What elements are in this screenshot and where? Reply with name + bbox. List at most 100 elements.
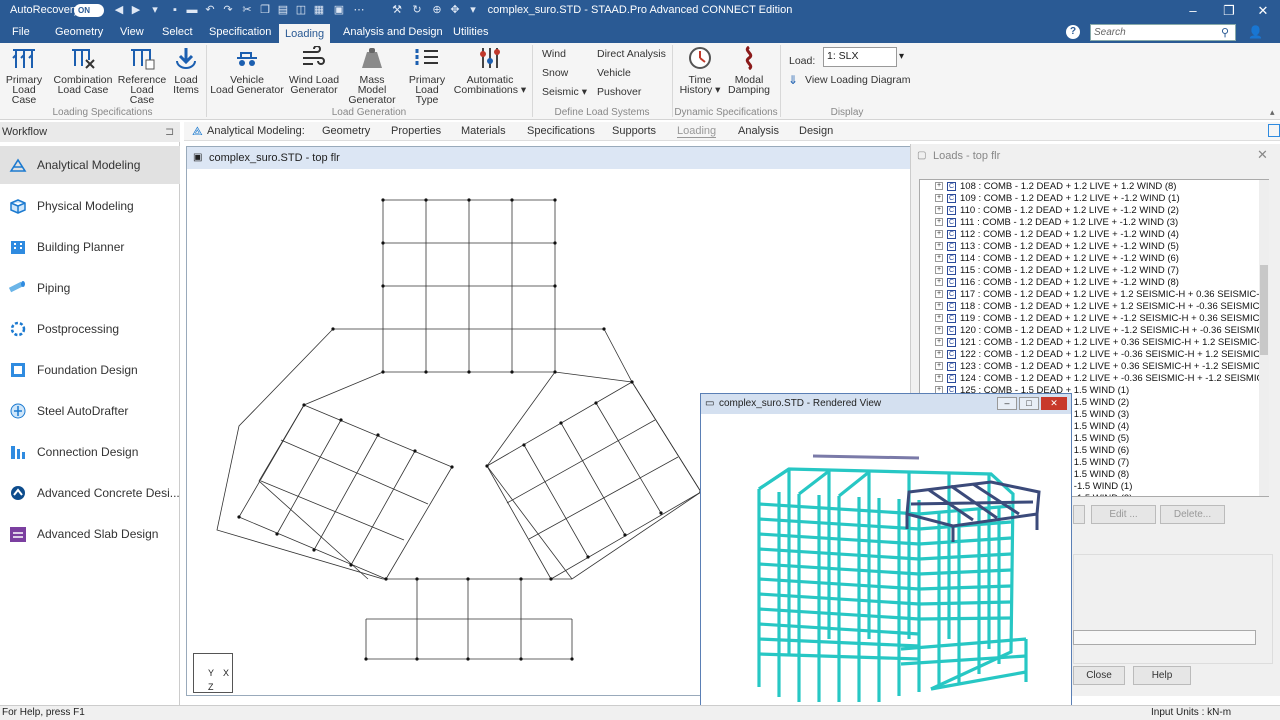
load-tree-row[interactable]: + C 119 : COMB - 1.2 DEAD + 1.2 LIVE + -1.…: [920, 313, 1268, 325]
seismic-button[interactable]: Seismic ▾: [542, 86, 587, 98]
workflow-item-postprocessing[interactable]: Postprocessing: [0, 310, 180, 348]
expand-icon[interactable]: +: [935, 302, 943, 311]
expand-icon[interactable]: +: [935, 194, 943, 203]
workflow-item-advanced-concrete-design[interactable]: Advanced Concrete Desi...: [0, 474, 180, 512]
close-panel-button[interactable]: Close: [1073, 666, 1125, 685]
restore-button[interactable]: ❐: [1212, 2, 1246, 20]
menu-geometry[interactable]: Geometry: [53, 22, 105, 43]
tab-design[interactable]: Design: [799, 125, 833, 137]
tab-analysis[interactable]: Analysis: [738, 125, 779, 137]
expand-icon[interactable]: +: [935, 206, 943, 215]
help-icon[interactable]: ?: [1066, 25, 1080, 39]
load-tree-row[interactable]: + C 124 : COMB - 1.2 DEAD + 1.2 LIVE + -0.…: [920, 373, 1268, 385]
workflow-item-building-planner[interactable]: Building Planner: [0, 228, 180, 266]
tab-materials[interactable]: Materials: [461, 125, 506, 137]
expand-icon[interactable]: +: [935, 278, 943, 287]
load-tree-row[interactable]: + C 120 : COMB - 1.2 DEAD + 1.2 LIVE + -1.…: [920, 325, 1268, 337]
scrollbar-thumb[interactable]: [1260, 265, 1268, 355]
pin-icon[interactable]: ⊐: [165, 122, 174, 142]
minimize-button[interactable]: –: [997, 397, 1017, 410]
load-tree-row[interactable]: + C 114 : COMB - 1.2 DEAD + 1.2 LIVE + -1.…: [920, 253, 1179, 265]
snow-button[interactable]: Snow: [542, 67, 568, 79]
expand-icon[interactable]: +: [935, 254, 943, 263]
direct-analysis-button[interactable]: Direct Analysis: [597, 48, 666, 60]
close-button[interactable]: ✕: [1041, 397, 1067, 410]
menu-file[interactable]: File: [10, 22, 32, 43]
close-button[interactable]: ✕: [1246, 2, 1280, 20]
structure-plan-drawing[interactable]: [191, 187, 711, 667]
workflow-item-analytical-modeling[interactable]: Analytical Modeling: [0, 146, 180, 184]
primary-load-case-button[interactable]: Primary Load Case: [0, 46, 48, 105]
workflow-item-physical-modeling[interactable]: Physical Modeling: [0, 187, 180, 225]
mass-model-generator-button[interactable]: Mass Model Generator: [344, 46, 400, 105]
workflow-item-steel-autodrafter[interactable]: Steel AutoDrafter: [0, 392, 180, 430]
load-tree-row[interactable]: + C 110 : COMB - 1.2 DEAD + 1.2 LIVE + -1.…: [920, 205, 1179, 217]
expand-icon[interactable]: +: [935, 326, 943, 335]
load-tree-row[interactable]: + C 118 : COMB - 1.2 DEAD + 1.2 LIVE + 1.2…: [920, 301, 1268, 313]
minimize-button[interactable]: –: [1176, 2, 1210, 20]
view-loading-diagram-button[interactable]: View Loading Diagram: [805, 74, 910, 86]
load-items-button[interactable]: Load Items: [170, 46, 202, 95]
search-icon[interactable]: ⚲: [1221, 26, 1229, 39]
combination-load-case-button[interactable]: Combination Load Case: [53, 46, 113, 95]
expand-icon[interactable]: +: [935, 182, 943, 191]
load-tree-row[interactable]: + C 117 : COMB - 1.2 DEAD + 1.2 LIVE + 1.2…: [920, 289, 1265, 301]
workflow-item-advanced-slab-design[interactable]: Advanced Slab Design: [0, 515, 180, 553]
expand-icon[interactable]: +: [935, 266, 943, 275]
workflow-item-foundation-design[interactable]: Foundation Design: [0, 351, 180, 389]
load-select[interactable]: 1: SLX: [823, 47, 897, 67]
tab-loading[interactable]: Loading: [677, 125, 717, 138]
help-button[interactable]: Help: [1133, 666, 1191, 685]
hidden-button[interactable]: [1073, 505, 1085, 524]
load-tree-row[interactable]: + C 108 : COMB - 1.2 DEAD + 1.2 LIVE + 1.2…: [920, 181, 1176, 193]
tab-geometry[interactable]: Geometry: [322, 125, 370, 137]
workflow-item-piping[interactable]: Piping: [0, 269, 180, 307]
expand-icon[interactable]: +: [935, 218, 943, 227]
collapse-ribbon-icon[interactable]: ▴: [1270, 107, 1275, 118]
load-tree-row[interactable]: + C 121 : COMB - 1.2 DEAD + 1.2 LIVE + 0.3…: [920, 337, 1266, 349]
tree-scrollbar[interactable]: [1259, 180, 1269, 496]
wind-load-generator-button[interactable]: Wind Load Generator: [286, 45, 342, 95]
load-tree-row[interactable]: + C 123 : COMB - 1.2 DEAD + 1.2 LIVE + 0.3…: [920, 361, 1268, 373]
expand-icon[interactable]: +: [935, 230, 943, 239]
edit-button[interactable]: Edit ...: [1091, 505, 1156, 524]
workflow-item-connection-design[interactable]: Connection Design: [0, 433, 180, 471]
delete-button[interactable]: Delete...: [1160, 505, 1225, 524]
load-tree-row[interactable]: + C 122 : COMB - 1.2 DEAD + 1.2 LIVE + -0.…: [920, 349, 1268, 361]
menu-select[interactable]: Select: [160, 22, 195, 43]
tab-specifications[interactable]: Specifications: [527, 125, 595, 137]
expand-icon[interactable]: +: [935, 374, 943, 383]
modal-damping-button[interactable]: Modal Damping: [726, 45, 772, 95]
reference-load-case-button[interactable]: Reference Load Case: [117, 46, 167, 105]
menu-loading[interactable]: Loading: [279, 22, 331, 43]
load-tree-row[interactable]: + C 112 : COMB - 1.2 DEAD + 1.2 LIVE + -1.…: [920, 229, 1179, 241]
load-tree-row[interactable]: + C 113 : COMB - 1.2 DEAD + 1.2 LIVE + -1.…: [920, 241, 1179, 253]
menu-analysis-design[interactable]: Analysis and Design: [341, 22, 445, 43]
vehicle-load-generator-button[interactable]: Vehicle Load Generator: [210, 46, 284, 95]
wind-button[interactable]: Wind: [542, 48, 566, 60]
expand-icon[interactable]: +: [935, 290, 943, 299]
expand-icon[interactable]: +: [935, 362, 943, 371]
search-input[interactable]: Search: [1090, 24, 1236, 41]
rendered-view-window[interactable]: ▭ complex_suro.STD - Rendered View – □ ✕: [700, 393, 1072, 718]
load-tree-row[interactable]: + C 109 : COMB - 1.2 DEAD + 1.2 LIVE + -1.…: [920, 193, 1180, 205]
load-tree-row[interactable]: + C 111 : COMB - 1.2 DEAD + 1.2 LIVE + -1.…: [920, 217, 1178, 229]
close-icon[interactable]: ✕: [1257, 147, 1268, 163]
menu-specification[interactable]: Specification: [207, 22, 273, 43]
panel-toggle-icon[interactable]: [1268, 124, 1280, 137]
maximize-button[interactable]: □: [1019, 397, 1039, 410]
menu-utilities[interactable]: Utilities: [451, 22, 490, 43]
expand-icon[interactable]: +: [935, 350, 943, 359]
rendered-3d-structure[interactable]: [741, 434, 1061, 714]
pushover-button[interactable]: Pushover: [597, 86, 641, 98]
automatic-combinations-button[interactable]: Automatic Combinations ▾: [453, 46, 527, 95]
load-tree-row[interactable]: + C 116 : COMB - 1.2 DEAD + 1.2 LIVE + -1.…: [920, 277, 1179, 289]
tab-supports[interactable]: Supports: [612, 125, 656, 137]
user-icon[interactable]: 👤: [1248, 25, 1263, 39]
tab-properties[interactable]: Properties: [391, 125, 441, 137]
vehicle-button[interactable]: Vehicle: [597, 67, 631, 79]
expand-icon[interactable]: +: [935, 314, 943, 323]
menu-view[interactable]: View: [118, 22, 146, 43]
load-tree-row[interactable]: + C 115 : COMB - 1.2 DEAD + 1.2 LIVE + -1.…: [920, 265, 1179, 277]
expand-icon[interactable]: +: [935, 338, 943, 347]
